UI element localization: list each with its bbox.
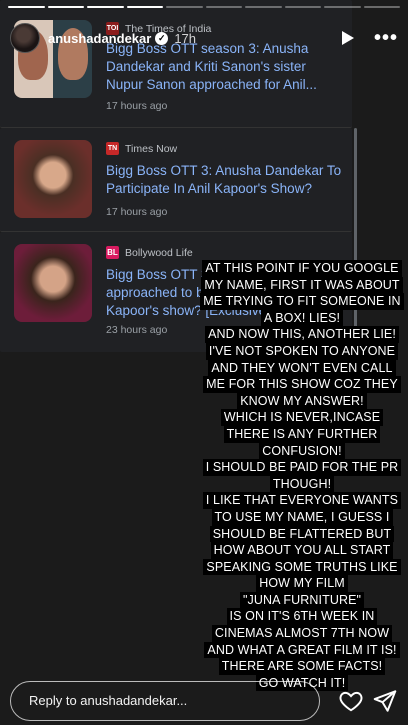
overlay-text-line: HOW MY FILM: [256, 575, 348, 592]
progress-segment: [284, 6, 321, 8]
overlay-text-line: AND THEY WON'T EVEN CALL: [208, 359, 396, 377]
overlay-text-line: I SHOULD BE PAID FOR THE PR: [202, 459, 402, 476]
progress-segment: [47, 6, 84, 8]
progress-segment: [166, 6, 203, 8]
overlay-text-line: ME FOR THIS SHOW COZ THEY: [203, 376, 401, 393]
news-thumbnail: [14, 140, 92, 218]
progress-segment: [8, 6, 45, 8]
avatar[interactable]: [10, 23, 40, 53]
news-age: 17 hours ago: [106, 100, 168, 112]
news-source: BL Bollywood Life: [106, 246, 193, 259]
source-logo-icon: TN: [106, 142, 119, 155]
news-card[interactable]: TN Times Now Bigg Boss OTT 3: Anusha Dan…: [0, 128, 352, 232]
more-icon[interactable]: •••: [374, 28, 398, 48]
news-headline[interactable]: Bigg Boss OTT 3: Anusha Dandekar To Part…: [106, 162, 342, 198]
overlay-text-line: KNOW MY ANSWER!: [237, 392, 367, 410]
story-text-overlay: AT THIS POINT IF YOU GOOGLE MY NAME, FIRS…: [196, 260, 408, 692]
overlay-text-line: AT THIS POINT IF YOU GOOGLE: [202, 260, 402, 277]
progress-segment: [363, 6, 400, 8]
source-logo-icon: BL: [106, 246, 119, 259]
story-header: anushadandekar ✓ 17h •••: [10, 22, 398, 54]
overlay-text-line: I LIKE THAT EVERYONE WANTS: [202, 492, 402, 509]
overlay-text-line: AND NOW THIS, ANOTHER LIE!: [205, 326, 399, 343]
news-age: 23 hours ago: [106, 324, 168, 336]
overlay-text-line: I'VE NOT SPOKEN TO ANYONE: [205, 342, 399, 360]
overlay-text-line: A BOX! LIES!: [260, 309, 344, 327]
overlay-text-line: WHICH IS NEVER,INCASE: [220, 409, 384, 426]
reply-input[interactable]: Reply to anushadandekar...: [10, 680, 320, 721]
overlay-text-line: CINEMAS ALMOST 7TH NOW: [211, 625, 393, 642]
overlay-text-line: SPEAKING SOME TRUTHS LIKE: [203, 558, 401, 576]
story-progress-bar: [8, 6, 400, 8]
overlay-text-line: MY NAME, FIRST IT WAS ABOUT: [201, 276, 403, 294]
verified-badge-icon: ✓: [155, 31, 169, 45]
overlay-text-line: SHOULD BE FLATTERED BUT: [209, 525, 395, 543]
overlay-text-line: CONFUSION!: [259, 442, 345, 460]
heart-icon[interactable]: [338, 688, 364, 714]
send-icon[interactable]: [372, 688, 398, 714]
overlay-text-line: AND WHAT A GREAT FILM IT IS!: [204, 641, 400, 659]
story-time: 17h: [174, 30, 197, 46]
progress-segment: [205, 6, 242, 8]
overlay-text-line: THOUGH!: [269, 475, 335, 493]
news-thumbnail: [14, 244, 92, 322]
progress-segment: [324, 6, 361, 8]
overlay-text-line: THERE ARE SOME FACTS!: [218, 658, 386, 675]
overlay-text-line: THERE IS ANY FURTHER: [223, 425, 381, 443]
source-name: Bollywood Life: [125, 246, 193, 259]
play-icon[interactable]: [338, 29, 356, 47]
story-viewer: anushadandekar ✓ 17h ••• TOI The Times o…: [0, 0, 408, 725]
source-name: Times Now: [125, 142, 178, 155]
news-card[interactable]: TOI The Times of India Bigg Boss OTT sea…: [0, 0, 352, 128]
overlay-text-line: ME TRYING TO FIT SOMEONE IN: [200, 293, 404, 310]
overlay-text-line: TO USE MY NAME, I GUESS I: [211, 508, 393, 526]
overlay-text-line: "JUNA FURNITURE": [239, 591, 365, 609]
progress-segment: [245, 6, 282, 8]
news-source: TN Times Now: [106, 142, 177, 155]
news-age: 17 hours ago: [106, 206, 168, 218]
progress-segment: [87, 6, 124, 8]
overlay-text-line: HOW ABOUT YOU ALL START: [210, 542, 394, 559]
username[interactable]: anushadandekar: [48, 31, 151, 46]
overlay-text-line: IS ON IT'S 6TH WEEK IN: [226, 608, 378, 626]
progress-segment: [126, 6, 163, 8]
story-footer: Reply to anushadandekar...: [0, 676, 408, 725]
